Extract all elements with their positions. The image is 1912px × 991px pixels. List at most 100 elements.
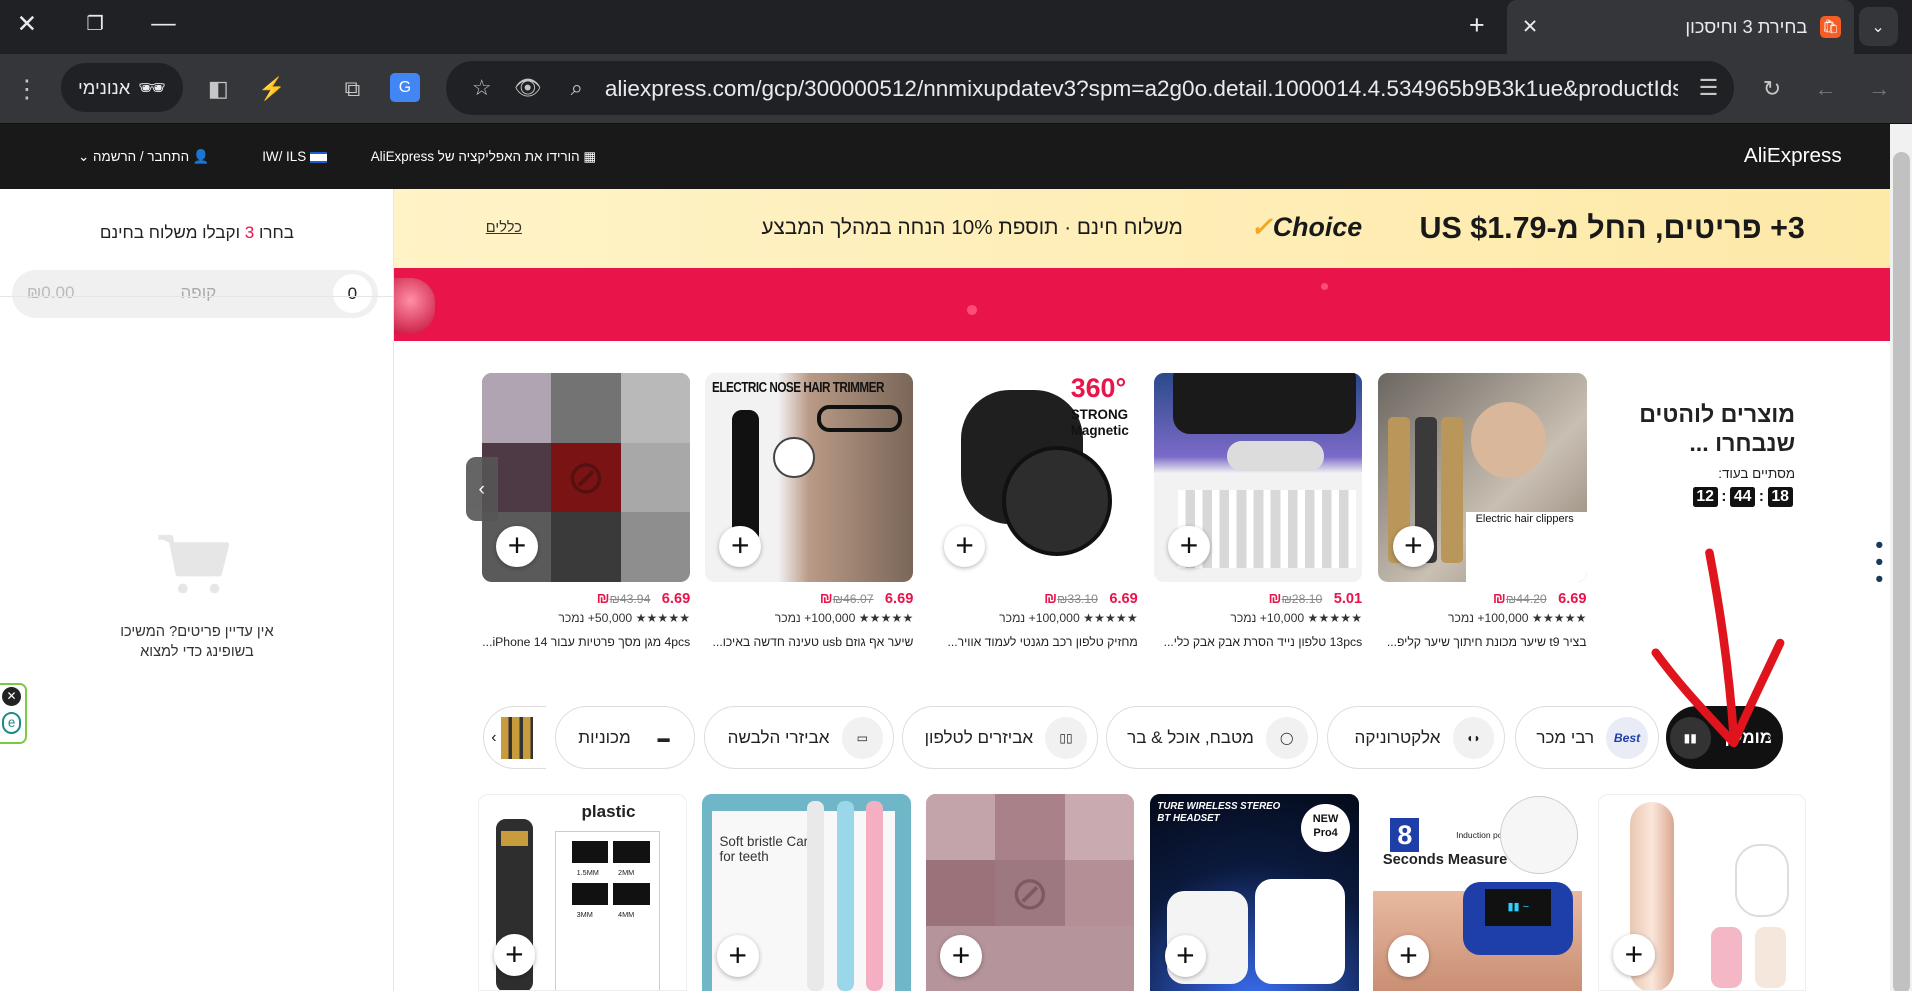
close-window-icon[interactable]: ✕: [0, 0, 54, 49]
forward-arrow-icon[interactable]: →: [1863, 73, 1895, 105]
checkout-bar[interactable]: 0 קופה ₪0.00: [12, 269, 379, 319]
scrollbar-thumb[interactable]: [1892, 152, 1910, 991]
category-chip-kitchen[interactable]: מטבח, אוכל & בר ◯: [1106, 706, 1319, 770]
checkout-button[interactable]: קופה: [180, 283, 216, 303]
product-price: 6.69 ₪₪46.07: [819, 591, 914, 608]
add-to-bundle-button[interactable]: +: [940, 935, 982, 977]
israel-flag-icon: [309, 151, 327, 163]
add-to-bundle-button[interactable]: +: [1164, 935, 1207, 977]
browser-toolbar: ⋮ אנונימי 🕶 ◧ ⚡ ⧉ G ☆ 👁 ⌕ aliexpress.com…: [0, 53, 1912, 125]
best-icon: Best: [1606, 717, 1648, 759]
product-title[interactable]: 4pcs מגן מסך פרטיות עבור iPhone 14...: [482, 635, 690, 649]
add-to-bundle-button[interactable]: +: [943, 525, 986, 568]
countdown-timer: 12: 44: 18: [1692, 486, 1793, 508]
incognito-badge[interactable]: אנונימי 🕶: [60, 63, 183, 113]
browser-tab[interactable]: 🛍 בחירת 3 וחיסכון ✕: [1507, 0, 1854, 54]
ends-in-label: מסתיים בעוד:: [1718, 465, 1796, 481]
close-icon[interactable]: ✕: [2, 687, 21, 706]
extension-widget[interactable]: ✕ e: [0, 682, 27, 744]
tab-close-icon[interactable]: ✕: [1522, 15, 1538, 39]
category-chip-partial[interactable]: ‹: [482, 706, 547, 770]
cart-count: 0: [332, 274, 372, 314]
tracking-eye-off-icon[interactable]: 👁: [512, 72, 544, 104]
add-to-bundle-button[interactable]: +: [1168, 525, 1210, 568]
sidebar-icon[interactable]: ◧: [202, 73, 234, 105]
earbuds-icon: ◖◗: [1452, 717, 1495, 759]
product-card[interactable]: Electric hair clippers + 6.69 ₪₪44.20 ★★…: [1378, 373, 1587, 649]
reload-icon[interactable]: ↻: [1756, 73, 1788, 105]
add-to-bundle-button[interactable]: +: [496, 525, 538, 568]
product-rating: ★★★★★ 10,000+ נמכר: [1230, 611, 1363, 626]
add-to-bundle-button[interactable]: +: [1392, 525, 1435, 568]
product-card[interactable]: ELECTRIC NOSE HAIR TRIMMER + 6.69 ₪₪46.0…: [704, 373, 914, 649]
product-title[interactable]: 13pcs טלפון נייד הסרת אבק אבק כלי...: [1154, 635, 1363, 649]
product-card[interactable]: ⊘ + 6.69 ₪₪43.94 ★★★★★ 50,000+ נמכר 4pcs…: [481, 373, 691, 649]
grid-product-image[interactable]: Soft bristle Care for teeth +: [702, 793, 911, 991]
add-to-bundle-button[interactable]: +: [493, 934, 536, 976]
more-options-icon[interactable]: ● ● ●: [1873, 537, 1885, 588]
add-to-bundle-button[interactable]: +: [719, 525, 761, 568]
add-to-bundle-button[interactable]: +: [1387, 935, 1430, 977]
cart-total: ₪0.00: [26, 282, 75, 302]
product-title[interactable]: בציר t9 שיער מכונת חיתוך שיער קליפ...: [1378, 635, 1587, 649]
product-title[interactable]: מחזיק טלפון רכב מגנטי לעמוד אוויר...: [929, 635, 1137, 649]
extensions-icon[interactable]: ⧉: [337, 73, 369, 105]
product-image[interactable]: +: [1153, 373, 1363, 582]
account-menu[interactable]: ⌄ התחבר / הרשמה 👤: [78, 149, 210, 165]
terms-link[interactable]: כללים: [486, 220, 522, 236]
aliexpress-logo[interactable]: AliExpress: [1744, 144, 1842, 168]
category-chip-apparel-accessories[interactable]: אביזרי הלבשה ▭: [703, 706, 894, 770]
grid-product-image[interactable]: 8 Seconds Measure Induction port ▮▮ ~ +: [1373, 793, 1582, 991]
carousel-prev-chevron-icon[interactable]: ‹: [465, 457, 498, 521]
menu-kebab-icon[interactable]: ⋮: [11, 73, 43, 105]
app-download-link[interactable]: ▦ הורידו את האפליקציה של AliExpress: [371, 149, 596, 165]
product-image[interactable]: 360° STRONG Magnetic +: [929, 373, 1138, 582]
category-chip-cars[interactable]: מכוניות ▬: [554, 706, 696, 770]
user-icon: 👤: [192, 148, 210, 164]
bookmark-star-icon[interactable]: ☆: [466, 72, 498, 104]
extension-e-icon[interactable]: e: [2, 711, 21, 734]
locale-selector[interactable]: IW/ ILS: [262, 149, 327, 164]
add-to-bundle-button[interactable]: +: [717, 935, 759, 977]
url-text[interactable]: aliexpress.com/gcp/300000512/nnmixupdate…: [605, 76, 1678, 102]
product-card[interactable]: + 5.01 ₪₪28.10 ★★★★★ 10,000+ נמכר 13pcs …: [1153, 373, 1363, 649]
aliexpress-favicon-icon: 🛍: [1819, 15, 1842, 38]
product-image[interactable]: Electric hair clippers +: [1378, 373, 1587, 582]
product-title[interactable]: שיער אף גוזם usb טעינה חדשה באיכו...: [705, 635, 914, 649]
grid-product-image[interactable]: TURE WIRELESS STEREO BT HEADSET NEW Pro4…: [1149, 793, 1359, 991]
page: ✕ ❐ — + 🛍 בחירת 3 וחיסכון ✕ ⌄ ⋮ אנונימי …: [0, 0, 1912, 991]
promo-red-band: [393, 268, 1891, 342]
blocked-icon: ⊘: [551, 442, 621, 513]
category-chip-electronics[interactable]: אלקטרוניקה ◖◗: [1326, 706, 1505, 770]
product-rating: ★★★★★ 50,000+ נמכר: [558, 611, 691, 626]
grid-product-image-blocked[interactable]: ⊘ +: [925, 793, 1135, 991]
hot-products-heading: מוצרים לוהטים שנבחרו ... מסתיים בעוד:: [1605, 400, 1795, 481]
chevron-down-icon: ⌄: [78, 148, 94, 164]
category-chip-phone-accessories[interactable]: אביזרים לטלפון ▯▯: [902, 706, 1098, 770]
tab-search-chevron-icon[interactable]: ⌄: [1858, 7, 1898, 47]
grid-product-image[interactable]: plastic 1.5MM 2MM 3MM 4MM +: [478, 793, 687, 991]
address-bar[interactable]: ☆ 👁 ⌕ aliexpress.com/gcp/300000512/nnmix…: [446, 60, 1735, 115]
back-arrow-icon[interactable]: ←: [1810, 73, 1842, 105]
grid-product-image[interactable]: +: [1597, 793, 1807, 991]
product-price: 6.69 ₪₪33.10: [1044, 591, 1138, 608]
qr-code-icon: ▦: [579, 148, 597, 164]
add-to-bundle-button[interactable]: +: [1613, 934, 1655, 976]
product-rating: ★★★★★ 100,000+ נמכר: [774, 611, 914, 626]
car-icon: ▬: [642, 717, 685, 759]
phone-accessory-icon: ▯▯: [1045, 717, 1087, 759]
translate-icon[interactable]: G: [390, 73, 420, 103]
site-settings-icon[interactable]: ☰: [1693, 72, 1725, 104]
restore-window-icon[interactable]: ❐: [68, 0, 122, 49]
site-header: AliExpress ▦ הורידו את האפליקציה של AliE…: [0, 124, 1891, 189]
category-chip-bestsellers[interactable]: רבי מכר Best: [1514, 706, 1659, 770]
product-card[interactable]: 360° STRONG Magnetic + 6.69 ₪₪33.10 ★★★★…: [929, 373, 1138, 649]
promo-headline: 3+ פריטים, החל מ-US $1.79: [1419, 210, 1805, 245]
incognito-label: אנונימי: [78, 76, 131, 98]
new-tab-button[interactable]: +: [1459, 7, 1496, 44]
product-image-blocked[interactable]: ⊘ +: [481, 373, 691, 582]
performance-icon[interactable]: ⚡: [256, 73, 288, 105]
product-image[interactable]: ELECTRIC NOSE HAIR TRIMMER +: [704, 373, 914, 582]
minimize-window-icon[interactable]: —: [137, 0, 191, 49]
red-arrow-annotation: [1651, 548, 1785, 747]
